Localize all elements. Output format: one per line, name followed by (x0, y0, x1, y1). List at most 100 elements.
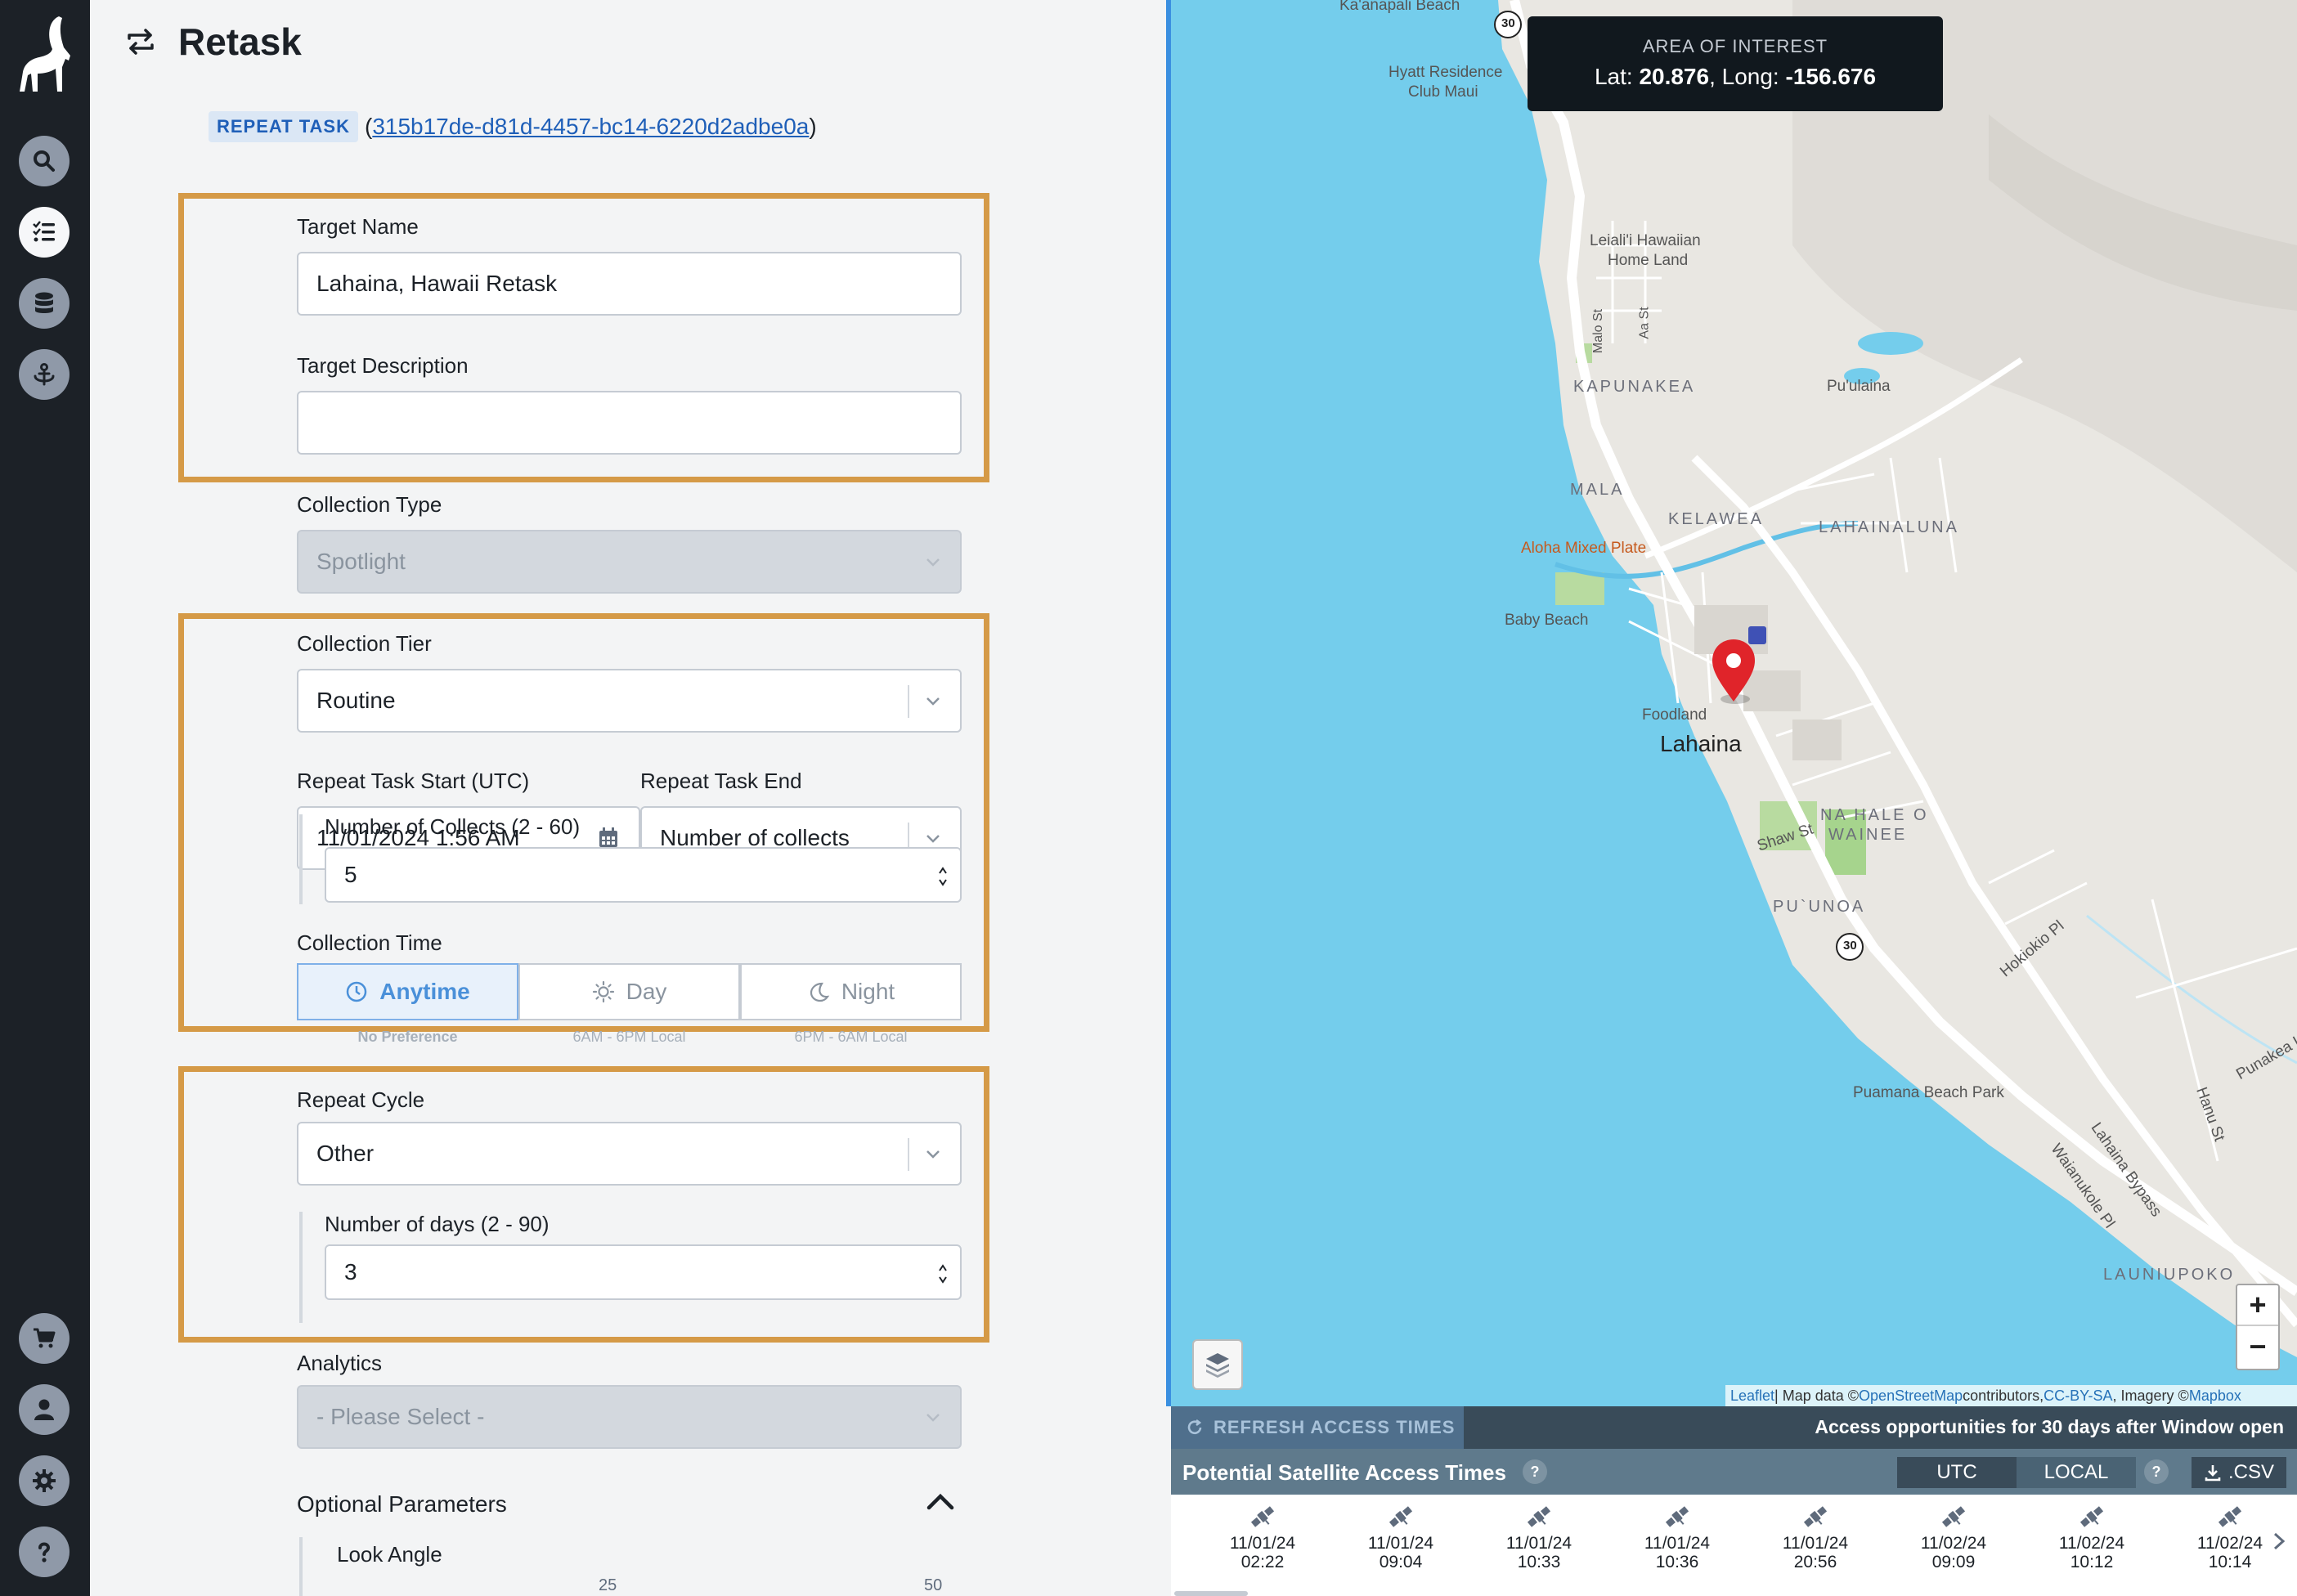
satellite-icon (1250, 1506, 1275, 1527)
sidebar-item-cart[interactable] (19, 1313, 70, 1364)
anchor-icon (34, 363, 55, 386)
anytime-label: Anytime (379, 979, 470, 1004)
collection-type-value: Spotlight (316, 549, 406, 574)
num-days-label: Number of days (2 - 90) (325, 1212, 550, 1236)
map-label: Home Land (1608, 252, 1689, 269)
collection-type-select: Spotlight (297, 530, 962, 594)
help-icon[interactable]: ? (2144, 1459, 2169, 1484)
sidebar-item-search[interactable] (19, 136, 70, 186)
sidebar-item-settings[interactable] (19, 1455, 70, 1506)
map-label: Puamana Beach Park (1853, 1084, 2004, 1101)
sidebar-item-tasks[interactable] (19, 207, 70, 258)
access-time: 10:33 (1517, 1553, 1561, 1571)
task-id-link[interactable]: 315b17de-d81d-4457-bc14-6220d2adbe0a (372, 114, 809, 140)
access-time-item[interactable]: 11/02/24 10:14 (2181, 1503, 2279, 1571)
horizontal-scrollbar[interactable] (1174, 1591, 1248, 1596)
map-label: KELAWEA (1668, 510, 1764, 528)
help-icon[interactable]: ? (1523, 1459, 1547, 1484)
select-divider (908, 546, 909, 579)
repeat-cycle-select[interactable]: Other (297, 1122, 962, 1186)
satellite-icon (1665, 1506, 1689, 1527)
collection-time-night[interactable]: Night (740, 963, 962, 1020)
clock-icon (347, 981, 367, 1002)
sidebar-item-help[interactable] (19, 1527, 70, 1577)
target-name-input[interactable]: Lahaina, Hawaii Retask (297, 252, 962, 316)
access-time-item[interactable]: 11/02/24 09:09 (1904, 1503, 2003, 1571)
access-date: 11/01/24 (1644, 1534, 1711, 1553)
utc-toggle[interactable]: UTC (1897, 1457, 2017, 1488)
map-label: PU`UNOA (1773, 898, 1866, 916)
collection-time-label: Collection Time (297, 930, 442, 955)
map-label: Foodland (1642, 706, 1707, 724)
access-times-list: 11/01/24 02:22 11/01/24 09:04 11/01/24 1… (1171, 1495, 2297, 1596)
access-time-item[interactable]: 11/01/24 02:22 (1214, 1503, 1312, 1571)
zoom-out-button[interactable]: − (2237, 1326, 2278, 1367)
access-time-item[interactable]: 11/01/24 20:56 (1766, 1503, 1864, 1571)
stepper-arrows-icon[interactable] (937, 1261, 949, 1287)
map-label: LAUNIUPOKO (2103, 1266, 2236, 1284)
map-label: KAPUNAKEA (1573, 378, 1696, 396)
access-time-item[interactable]: 11/01/24 10:33 (1490, 1503, 1588, 1571)
repeat-task-reference: REPEAT TASK ( 315b17de-d81d-4457-bc14-62… (209, 111, 817, 142)
ibex-logo-icon[interactable] (15, 13, 75, 95)
license-link[interactable]: CC-BY-SA (2044, 1388, 2112, 1405)
sidebar-item-profile[interactable] (19, 1384, 70, 1435)
map-label: Aa St (1637, 307, 1652, 339)
access-time: 10:14 (2208, 1553, 2252, 1571)
map-label: Pu'ulaina (1827, 378, 1891, 395)
satellite-icon (2218, 1506, 2242, 1527)
access-time: 10:36 (1655, 1553, 1699, 1571)
chevron-down-icon (926, 1414, 940, 1422)
download-icon (2205, 1465, 2221, 1482)
sidebar-item-data[interactable] (19, 278, 70, 329)
chevron-down-icon (926, 1150, 940, 1159)
repeat-cycle-value: Other (316, 1141, 375, 1166)
num-days-input[interactable]: 3 (325, 1244, 962, 1300)
look-angle-label: Look Angle (337, 1542, 442, 1567)
nested-field-rule (299, 1537, 303, 1596)
sidebar-item-anchor[interactable] (19, 349, 70, 400)
area-of-interest-tooltip: AREA OF INTEREST Lat: 20.876, Long: -156… (1528, 16, 1943, 111)
collection-tier-select[interactable]: Routine (297, 669, 962, 733)
access-header-bar: Potential Satellite Access Times ? UTC L… (1171, 1449, 2297, 1495)
layers-button[interactable] (1192, 1339, 1243, 1390)
stepper-arrows-icon[interactable] (937, 863, 949, 890)
access-time-item[interactable]: 11/01/24 10:36 (1628, 1503, 1726, 1571)
osm-link[interactable]: OpenStreetMap (1859, 1388, 1963, 1405)
chevron-right-icon[interactable] (2267, 1529, 2291, 1553)
moon-icon (810, 982, 830, 1002)
map-label: Lahaina (1660, 731, 1742, 756)
satellite-icon (1527, 1506, 1551, 1527)
collection-time-anytime[interactable]: Anytime (297, 963, 518, 1020)
map-label: Leiali'i Hawaiian (1590, 232, 1701, 249)
map-base-layer (1171, 0, 2297, 1406)
page-header: Retask (124, 20, 302, 64)
access-time-item[interactable]: 11/01/24 09:04 (1352, 1503, 1450, 1571)
select-divider (908, 685, 909, 718)
map-label: Aloha Mixed Plate (1521, 540, 1647, 557)
target-description-input[interactable] (297, 391, 962, 455)
mapbox-link[interactable]: Mapbox (2189, 1388, 2241, 1405)
open-paren: ( (364, 114, 373, 139)
map-label: WAINEE (1828, 826, 1908, 844)
download-csv-button[interactable]: .CSV (2192, 1457, 2286, 1488)
local-toggle[interactable]: LOCAL (2017, 1457, 2136, 1488)
leaflet-link[interactable]: Leaflet (1730, 1388, 1774, 1405)
access-date: 11/01/24 (1505, 1534, 1572, 1553)
optional-parameters-title[interactable]: Optional Parameters (297, 1491, 507, 1518)
select-divider (908, 1138, 909, 1171)
repeat-cycle-label: Repeat Cycle (297, 1087, 425, 1112)
aoi-lat-value: 20.876 (1639, 64, 1710, 89)
chevron-up-icon[interactable] (924, 1490, 957, 1514)
num-collects-input[interactable]: 5 (325, 847, 962, 903)
access-time-item[interactable]: 11/02/24 10:12 (2043, 1503, 2141, 1571)
analytics-select: - Please Select - (297, 1385, 962, 1449)
nested-field-rule (299, 1212, 303, 1323)
task-list-icon (33, 221, 55, 242)
route-30-label: 30 (1843, 939, 1857, 953)
refresh-access-times-button[interactable]: REFRESH ACCESS TIMES (1171, 1406, 1464, 1449)
access-note: Access opportunities for 30 days after W… (1815, 1416, 2284, 1437)
map-view[interactable]: Ka'anapali Beach Hyatt Residence Club Ma… (1166, 0, 2297, 1406)
zoom-in-button[interactable]: + (2237, 1285, 2278, 1326)
collection-time-day[interactable]: Day (518, 963, 740, 1020)
